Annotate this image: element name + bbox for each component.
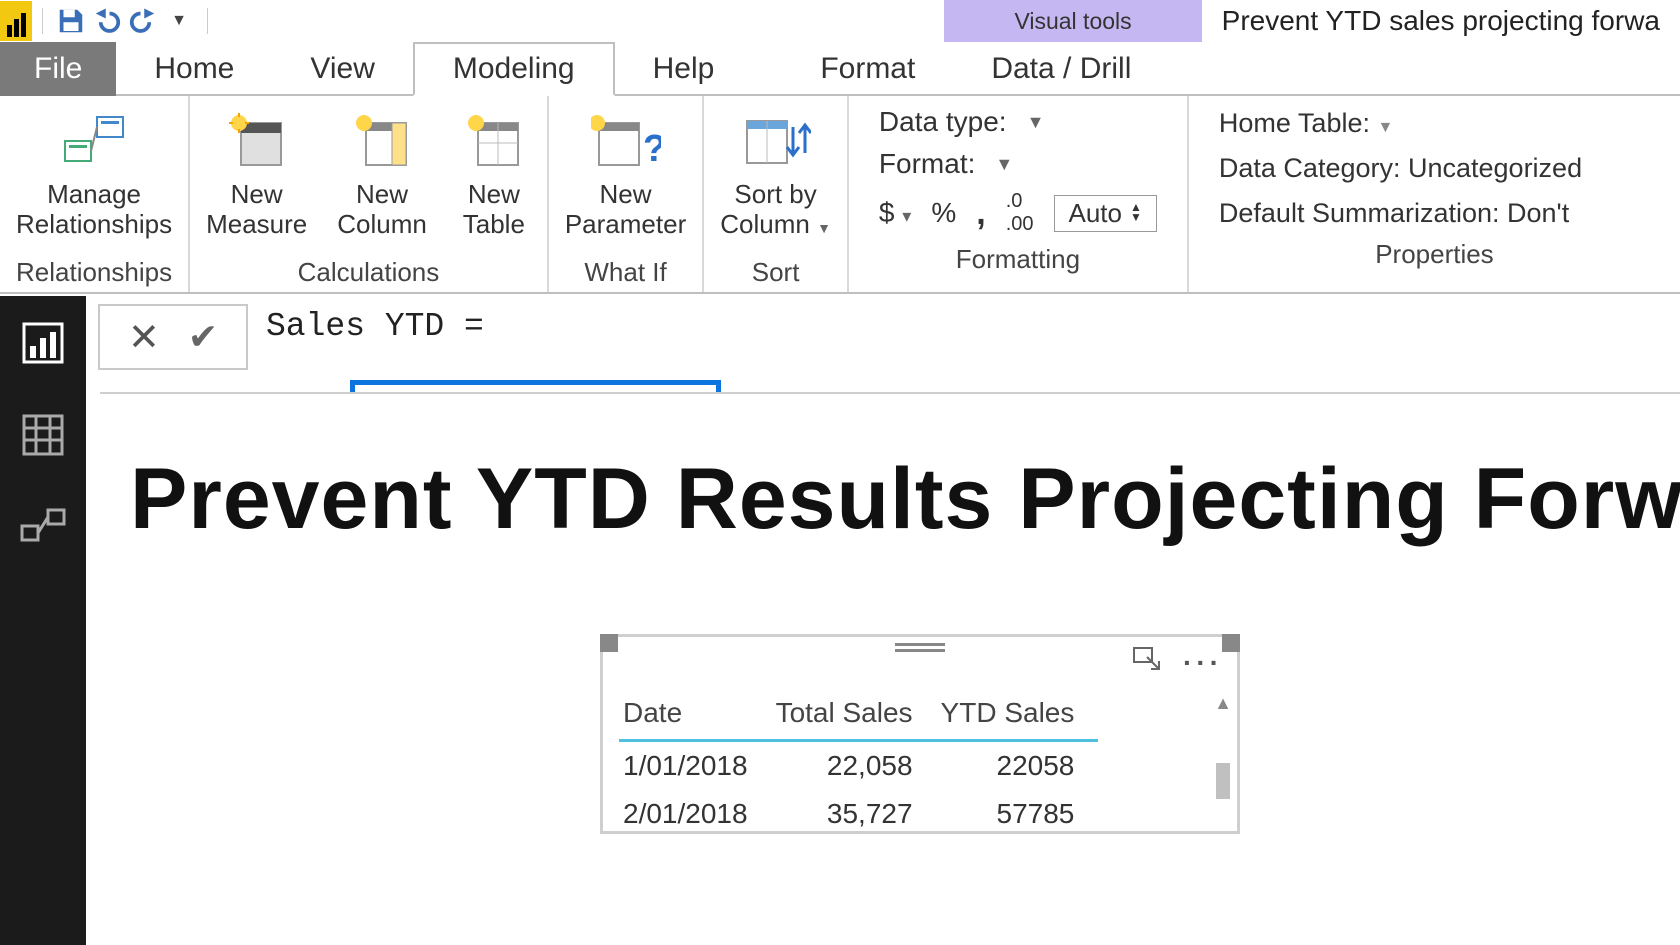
more-options-icon[interactable]: ···: [1183, 647, 1223, 679]
tab-format[interactable]: Format: [782, 42, 953, 96]
scroll-thumb[interactable]: [1216, 763, 1230, 799]
chevron-down-icon: ▼: [1027, 112, 1045, 133]
decimal-places-icon: .0.00: [1006, 190, 1034, 236]
ribbon-tabs: File Home View Modeling Help Format Data…: [0, 42, 1680, 96]
focus-mode-icon[interactable]: [1133, 647, 1163, 679]
default-summarization-dropdown[interactable]: Default Summarization: Don't: [1219, 198, 1650, 229]
currency-button[interactable]: $ ▾: [879, 197, 911, 229]
manage-relationships-button[interactable]: Manage Relationships: [10, 102, 178, 244]
resize-handle[interactable]: [1222, 634, 1240, 652]
data-type-dropdown[interactable]: Data type: ▼: [879, 106, 1157, 138]
label: New Table: [463, 180, 525, 240]
label: New Measure: [206, 180, 307, 240]
table-row[interactable]: 1/01/201822,05822058: [619, 741, 1098, 791]
svg-text:?: ?: [643, 128, 661, 169]
separator: [207, 8, 208, 34]
group-label: What If: [559, 253, 692, 290]
undo-button[interactable]: [89, 3, 125, 39]
thousand-separator-button[interactable]: ,: [976, 194, 985, 233]
formula-controls: ✕ ✔: [98, 304, 248, 370]
sort-by-column-button[interactable]: Sort by Column ▼: [714, 102, 837, 244]
title-bar: ▼ Visual tools Prevent YTD sales project…: [0, 0, 1680, 42]
home-table-dropdown[interactable]: Home Table: ▼: [1219, 108, 1650, 139]
commit-formula-button[interactable]: ✔: [188, 316, 218, 358]
label: Manage Relationships: [16, 180, 172, 240]
table-visual[interactable]: ··· Date Total Sales YTD Sales 1/01/2018…: [600, 634, 1240, 834]
report-view-button[interactable]: [20, 320, 66, 366]
page-title: Prevent YTD Results Projecting Forw: [100, 394, 1680, 549]
label: Sort by Column ▼: [720, 180, 831, 240]
model-view-button[interactable]: [20, 504, 66, 550]
tab-data-drill[interactable]: Data / Drill: [953, 42, 1169, 96]
col-header-ytd[interactable]: YTD Sales: [937, 691, 1099, 741]
resize-handle[interactable]: [600, 634, 618, 652]
tab-help[interactable]: Help: [615, 42, 753, 96]
separator: [42, 8, 43, 34]
save-button[interactable]: [53, 3, 89, 39]
scrollbar[interactable]: ▲: [1213, 693, 1233, 827]
scroll-up-icon[interactable]: ▲: [1214, 693, 1232, 714]
label: New Column: [337, 180, 427, 240]
cancel-formula-button[interactable]: ✕: [128, 315, 160, 360]
column-icon: [345, 106, 419, 176]
drag-handle[interactable]: [895, 643, 945, 653]
measure-icon: [220, 106, 294, 176]
group-label: Properties: [1199, 235, 1670, 272]
group-whatif: ? New Parameter What If: [549, 96, 704, 292]
view-switcher: [0, 296, 86, 945]
new-measure-button[interactable]: New Measure: [200, 102, 313, 244]
group-sort: Sort by Column ▼ Sort: [704, 96, 849, 292]
table-row[interactable]: 2/01/201835,72757785: [619, 790, 1098, 838]
data-category-dropdown[interactable]: Data Category: Uncategorized: [1219, 153, 1650, 184]
qat-dropdown[interactable]: ▼: [161, 3, 197, 39]
redo-button[interactable]: [125, 3, 161, 39]
data-table: Date Total Sales YTD Sales 1/01/201822,0…: [619, 691, 1098, 838]
group-label: Relationships: [10, 253, 178, 290]
decimal-places-input[interactable]: Auto▲▼: [1054, 195, 1157, 232]
col-header-date[interactable]: Date: [619, 691, 772, 741]
format-dropdown[interactable]: Format: ▼: [879, 148, 1157, 180]
chevron-down-icon: ▼: [995, 154, 1013, 175]
tab-home[interactable]: Home: [116, 42, 272, 96]
sort-icon: [739, 106, 813, 176]
group-label: Sort: [714, 253, 837, 290]
group-calculations: New Measure New Column New Table Calcula…: [190, 96, 549, 292]
relationships-icon: [57, 106, 131, 176]
percent-button[interactable]: %: [931, 197, 956, 229]
col-header-total[interactable]: Total Sales: [772, 691, 937, 741]
new-parameter-button[interactable]: ? New Parameter: [559, 102, 692, 244]
formula-text-line1[interactable]: Sales YTD =: [248, 304, 498, 345]
visual-tools-contextual-tab: Visual tools: [944, 0, 1201, 42]
tab-modeling[interactable]: Modeling: [413, 42, 615, 96]
group-label: Formatting: [859, 240, 1177, 277]
new-table-button[interactable]: New Table: [451, 102, 537, 244]
tab-file[interactable]: File: [0, 42, 116, 96]
group-formatting: Data type: ▼ Format: ▼ $ ▾ % , .0.00 Aut…: [849, 96, 1189, 292]
app-icon: [0, 1, 32, 41]
group-label: Calculations: [200, 253, 537, 290]
group-properties: Home Table: ▼ Data Category: Uncategoriz…: [1189, 96, 1680, 292]
label: New Parameter: [565, 180, 686, 240]
new-column-button[interactable]: New Column: [331, 102, 433, 244]
report-canvas[interactable]: Prevent YTD Results Projecting Forw ··· …: [100, 392, 1680, 945]
tab-view[interactable]: View: [272, 42, 412, 96]
ribbon: Manage Relationships Relationships New M…: [0, 94, 1680, 294]
document-title: Prevent YTD sales projecting forwa: [1202, 5, 1680, 37]
data-view-button[interactable]: [20, 412, 66, 458]
table-icon: [457, 106, 531, 176]
parameter-icon: ?: [589, 106, 663, 176]
group-relationships: Manage Relationships Relationships: [0, 96, 190, 292]
